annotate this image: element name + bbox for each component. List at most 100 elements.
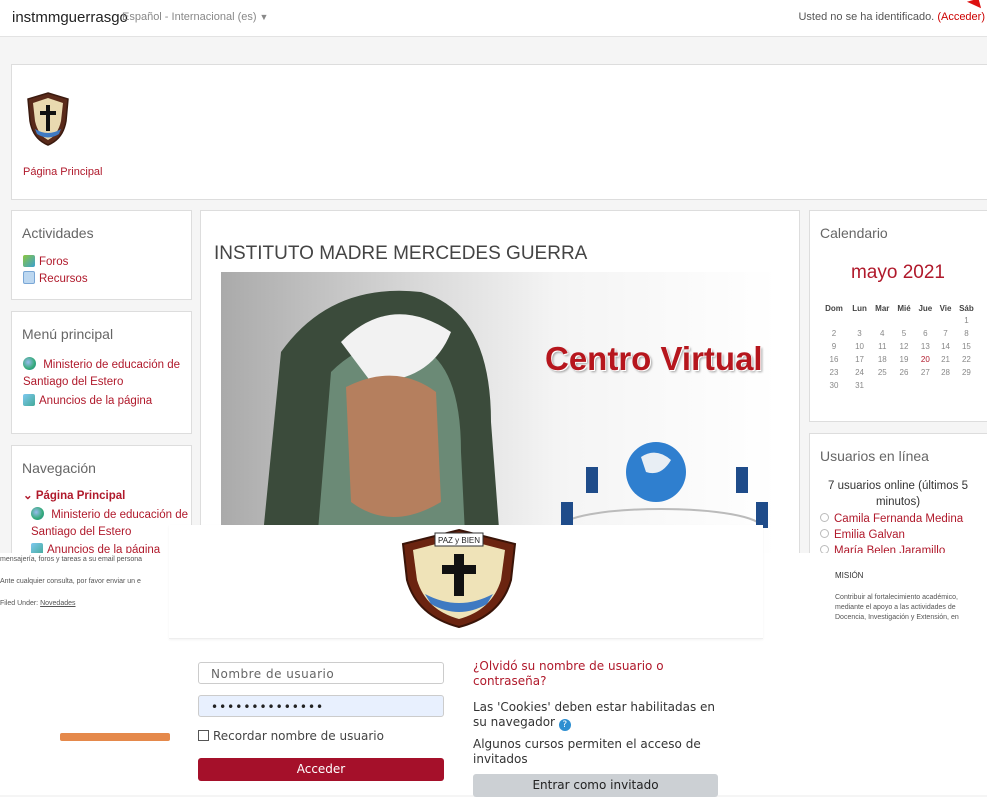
link-label: Ministerio de educación de Santiago del … (23, 359, 181, 388)
calendar-day[interactable]: 10 (848, 340, 871, 353)
calendar-day[interactable]: 15 (955, 340, 978, 353)
calendar-day[interactable]: 14 (936, 340, 955, 353)
forum-icon (23, 255, 35, 267)
calendar-day[interactable]: 12 (893, 340, 914, 353)
background-text: mensajería, foros y tareas a su email pe… (0, 556, 143, 563)
checkbox-icon (198, 730, 209, 741)
calendar-day[interactable]: 17 (848, 353, 871, 366)
filed-under-link[interactable]: Novedades (40, 600, 75, 607)
nav-ministerio-link[interactable]: Ministerio de educación de Santiago del … (31, 507, 191, 541)
filed-under: Filed Under: Novedades (0, 600, 76, 607)
calendar-day (955, 379, 978, 392)
calendar-day[interactable]: 7 (936, 327, 955, 340)
weekday-header: Sáb (959, 304, 974, 313)
calendar-day[interactable]: 29 (955, 366, 978, 379)
calendar-day[interactable]: 31 (848, 379, 871, 392)
block-title: Actividades (22, 225, 94, 241)
calendar-day[interactable]: 18 (871, 353, 893, 366)
calendar-day[interactable]: 6 (914, 327, 936, 340)
calendar-day[interactable]: 3 (848, 327, 871, 340)
calendar-day[interactable]: 21 (936, 353, 955, 366)
chevron-down-icon: ⌄ (23, 490, 36, 502)
block-title: Menú principal (22, 326, 114, 342)
globe-icon (31, 507, 44, 520)
password-input[interactable]: •••••••••••••• (198, 695, 444, 717)
banner-image (221, 272, 778, 555)
calendar-day[interactable]: 24 (848, 366, 871, 379)
weekday-header: Lun (852, 304, 867, 313)
calendar-day[interactable]: 2 (820, 327, 848, 340)
forums-link[interactable]: Foros (23, 254, 68, 271)
block-title: Navegación (22, 460, 96, 476)
mission-text: Contribuir al fortalecimiento académico,… (835, 594, 959, 621)
login-button[interactable]: Acceder (198, 758, 444, 781)
home-link[interactable]: Página Principal (23, 166, 103, 178)
calendar-day[interactable]: 19 (893, 353, 914, 366)
calendar-day[interactable]: 13 (914, 340, 936, 353)
block-title: Usuarios en línea (820, 448, 929, 464)
banner-heading: Centro Virtual (545, 340, 763, 377)
online-user[interactable]: María Belen Jaramillo (820, 545, 945, 553)
calendar-day[interactable]: 27 (914, 366, 936, 379)
remember-username-checkbox[interactable]: Recordar nombre de usuario (198, 729, 384, 743)
language-menu[interactable]: Español - Internacional (es) ▼ (122, 11, 268, 23)
calendar-day[interactable]: 16 (820, 353, 848, 366)
calendar-day[interactable]: 25 (871, 366, 893, 379)
calendar-day[interactable]: 11 (871, 340, 893, 353)
weekday-header: Vie (939, 304, 952, 313)
navigation-block: Navegación ⌄ Página Principal Ministerio… (11, 445, 192, 557)
chat-icon (23, 394, 35, 406)
link-label: Anuncios de la página (39, 395, 153, 407)
calendar-day (871, 314, 893, 327)
ministerio-link[interactable]: Ministerio de educación de Santiago del … (23, 357, 183, 391)
calendar-day[interactable]: 26 (893, 366, 914, 379)
calendar-day[interactable]: 4 (871, 327, 893, 340)
cookies-notice: Las 'Cookies' deben estar habilitadas en… (473, 700, 718, 731)
login-link[interactable]: (Acceder) (937, 11, 985, 23)
calendar-day[interactable]: 8 (955, 327, 978, 340)
resources-link[interactable]: Recursos (23, 271, 88, 288)
link-label: Ministerio de educación de Santiago del … (31, 509, 189, 538)
site-name-link[interactable]: instmmguerrasgo (12, 9, 128, 26)
help-icon[interactable]: ? (558, 719, 571, 731)
calendar-day[interactable]: 5 (893, 327, 914, 340)
online-users-count: 7 usuarios online (últimos 5 minutos) (828, 480, 968, 508)
page-header (11, 64, 987, 200)
guest-info: Algunos cursos permiten el acceso de inv… (473, 737, 701, 766)
online-user[interactable]: Emilia Galvan (820, 529, 905, 541)
weekday-header: Mié (897, 304, 911, 313)
nav-home-link[interactable]: ⌄ Página Principal (23, 488, 125, 505)
calendar-day (893, 314, 914, 327)
calendar-day[interactable]: 1 (955, 314, 978, 327)
institution-crest-logo: PAZ y BIEN (401, 528, 517, 629)
mission-title: MISIÓN (835, 571, 864, 580)
calendar-table: Dom Lun Mar Mié Jue Vie Sáb 1 2 3 4 5 6 7 8 9 10 11 12 13 14… (820, 303, 978, 392)
calendar-day[interactable]: 30 (820, 379, 848, 392)
online-user[interactable]: Camila Fernanda Medina (820, 513, 963, 525)
guest-login-button[interactable]: Entrar como invitado (473, 774, 718, 797)
link-label: Recursos (39, 273, 88, 285)
weekday-header: Dom (825, 304, 843, 313)
calendar-day[interactable]: 9 (820, 340, 848, 353)
user-name: María Belen Jaramillo (834, 545, 946, 553)
announcements-link[interactable]: Anuncios de la página (23, 393, 152, 410)
link-label: Foros (39, 256, 69, 268)
decorative-bar (60, 733, 170, 741)
login-status-text: Usted no se ha identificado. (798, 11, 935, 23)
calendar-month[interactable]: mayo 2021 (809, 262, 987, 284)
calendar-day (871, 379, 893, 392)
institution-crest-logo[interactable] (25, 91, 71, 147)
username-input[interactable]: Nombre de usuario (198, 662, 444, 684)
forgot-password-link[interactable]: ¿Olvidó su nombre de usuario o contraseñ… (473, 659, 713, 689)
calendar-day[interactable]: 23 (820, 366, 848, 379)
cookies-text: Las 'Cookies' deben estar habilitadas en… (473, 700, 716, 729)
calendar-day[interactable]: 20 (914, 353, 936, 366)
calendar-day (936, 379, 955, 392)
calendar-day (848, 314, 871, 327)
user-status-icon (820, 529, 829, 538)
calendar-day[interactable]: 28 (936, 366, 955, 379)
calendar-day[interactable]: 22 (955, 353, 978, 366)
user-status-icon (820, 545, 829, 553)
background-page-right: MISIÓN Contribuir al fortalecimiento aca… (763, 553, 987, 795)
resource-icon (23, 271, 35, 284)
